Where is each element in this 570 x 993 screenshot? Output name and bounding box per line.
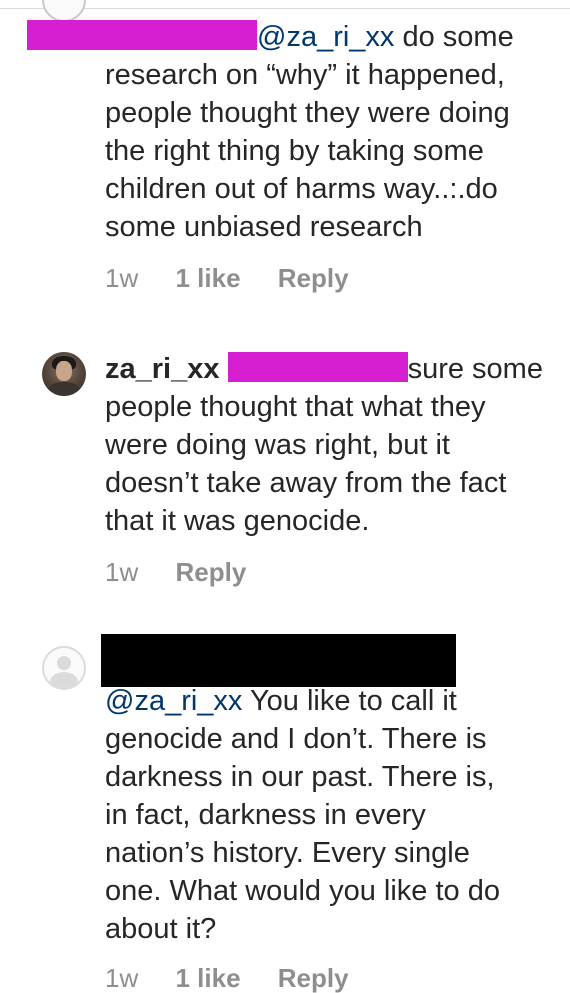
comment-first-line: You like to call it (242, 685, 457, 717)
likes-count[interactable]: 1 like (175, 263, 240, 293)
timestamp: 1w (105, 557, 139, 587)
username-link[interactable]: za_ri_xx (105, 353, 220, 385)
comment-first-line: do some (394, 21, 514, 53)
timestamp: 1w (105, 963, 139, 993)
reply-button[interactable]: Reply (278, 963, 349, 993)
reply-button[interactable]: Reply (175, 557, 246, 587)
comment-body: research on “why” it happened, people th… (105, 59, 510, 243)
timestamp: 1w (105, 263, 139, 293)
redacted-username (101, 634, 456, 687)
redacted-username (27, 20, 257, 50)
comment-text: @za_ri_xx You like to call it genocide a… (105, 682, 565, 948)
default-profile-icon[interactable] (42, 646, 86, 690)
top-divider (0, 8, 570, 9)
comment-text: za_ri_xx sure some people thought that w… (105, 350, 565, 540)
redacted-mention (227, 352, 408, 382)
comment-body: genocide and I don’t. There is darkness … (105, 723, 500, 945)
comment-first-line: sure some (407, 353, 543, 385)
comment-meta: 1w Reply (105, 557, 276, 587)
mention-link[interactable]: @za_ri_xx (105, 685, 242, 717)
user-photo-avatar[interactable] (42, 352, 86, 396)
comment-body: people thought that what they were doing… (105, 391, 507, 537)
comment-meta: 1w 1 like Reply (105, 263, 379, 293)
reply-button[interactable]: Reply (278, 263, 349, 293)
comment-meta: 1w 1 like Reply (105, 963, 379, 993)
avatar[interactable] (42, 0, 86, 22)
mention-link[interactable]: @za_ri_xx (257, 21, 394, 53)
comment-text: @za_ri_xx do some research on “why” it h… (27, 18, 565, 246)
likes-count[interactable]: 1 like (175, 963, 240, 993)
